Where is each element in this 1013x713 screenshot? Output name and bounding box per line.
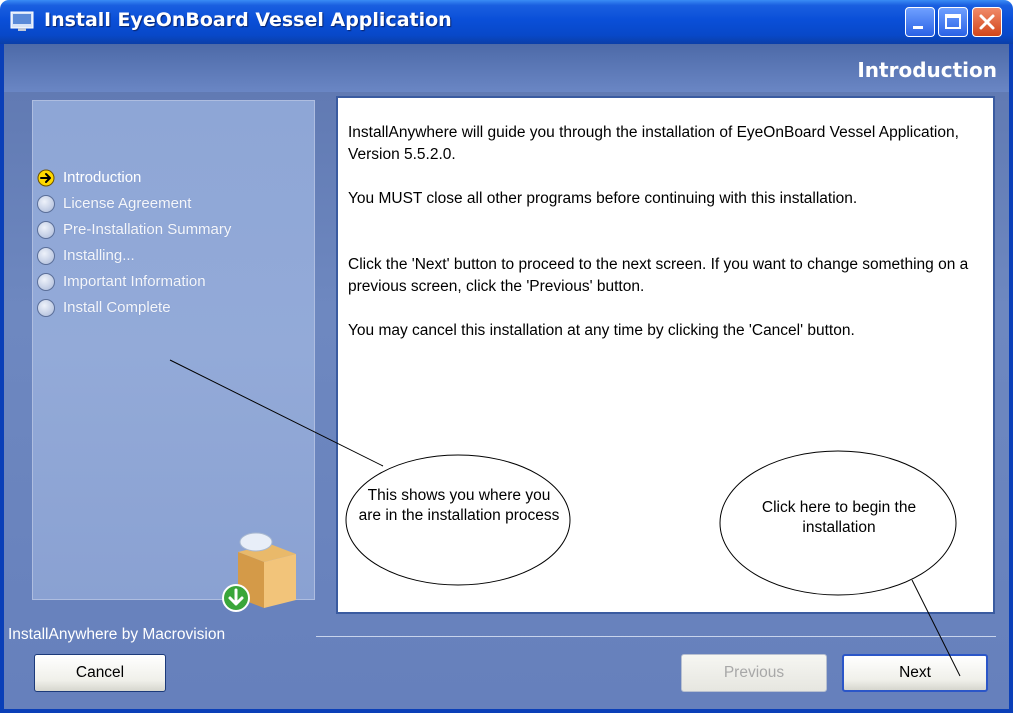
maximize-button[interactable] [938,7,968,37]
minimize-icon [913,26,923,29]
step-label: Installing... [63,247,135,264]
next-button[interactable]: Next [842,654,988,692]
title-bar[interactable]: Install EyeOnBoard Vessel Application [0,0,1013,44]
window-frame-bottom [0,709,1013,713]
callout-right-text: Click here to begin the installation [761,499,917,536]
step-label: Important Information [63,273,206,290]
vendor-label: InstallAnywhere by Macrovision [8,626,226,643]
cancel-button-label: Cancel [75,664,125,681]
cancel-instructions-paragraph: You may cancel this installation at any … [348,322,855,339]
intro-paragraph: InstallAnywhere will guide you through t… [348,124,959,163]
steps-panel: Introduction License Agreement Pre-Insta… [32,100,315,600]
next-button-label: Next [899,664,931,681]
step-label: Introduction [63,169,142,186]
window-frame-right [1009,44,1013,713]
page-title: Introduction [857,58,997,82]
software-box-icon [222,532,296,612]
step-label: Install Complete [63,299,171,316]
previous-button[interactable]: Previous [681,654,827,692]
minimize-button[interactable] [905,7,935,37]
empty-circle-icon [37,273,55,291]
close-programs-paragraph: You MUST close all other programs before… [348,190,858,207]
step-label: Pre-Installation Summary [63,221,232,238]
footer-divider [316,636,996,637]
empty-circle-icon [37,299,55,317]
empty-circle-icon [37,195,55,213]
installer-icon [10,11,34,31]
header-band: Introduction [4,44,1009,92]
callout-left-text: This shows you where you are in the inst… [358,487,560,524]
close-icon [979,14,995,30]
close-button[interactable] [972,7,1002,37]
maximize-icon [945,14,961,29]
step-label: License Agreement [63,195,192,212]
next-instructions-paragraph: Click the 'Next' button to proceed to th… [348,256,969,295]
window-body: Introduction Introduction License Agreem… [4,44,1009,709]
arrow-right-circle-icon [37,169,55,187]
window-title: Install EyeOnBoard Vessel Application [44,9,452,31]
installer-window: Install EyeOnBoard Vessel Application In… [0,0,1013,713]
cancel-button[interactable]: Cancel [34,654,166,692]
empty-circle-icon [37,247,55,265]
previous-button-label: Previous [723,664,785,681]
empty-circle-icon [37,221,55,239]
